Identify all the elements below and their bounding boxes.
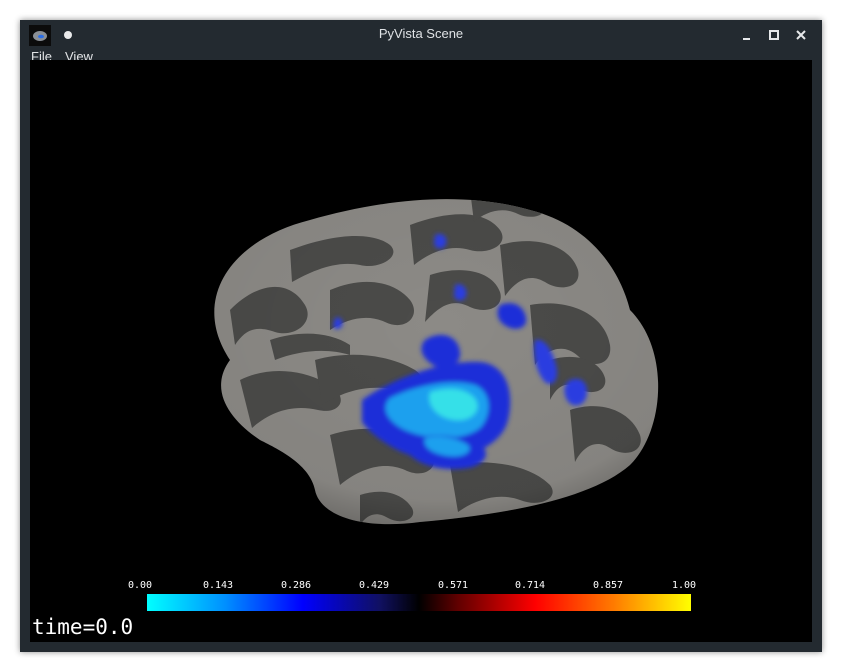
menu-view[interactable]: View	[65, 50, 93, 60]
window-title: PyVista Scene	[378, 26, 464, 41]
colorbar	[147, 594, 691, 611]
colorbar-tick: 0.571	[437, 580, 469, 591]
maximize-icon	[769, 30, 779, 40]
close-button[interactable]	[792, 26, 810, 44]
brain-surface[interactable]	[30, 60, 812, 642]
colorbar-tick-labels: 0.00 0.143 0.286 0.429 0.571 0.714 0.857…	[30, 580, 812, 594]
title-bar[interactable]: PyVista Scene	[20, 20, 822, 50]
minimize-icon	[743, 38, 750, 40]
colorbar-tick: 0.00	[127, 580, 153, 591]
colorbar-tick: 0.429	[358, 580, 390, 591]
pyvista-window: PyVista Scene File View 0.00 0.143 0.286…	[20, 20, 822, 652]
menu-bar: File View	[20, 50, 822, 60]
colorbar-tick: 0.143	[202, 580, 234, 591]
render-viewport[interactable]: 0.00 0.143 0.286 0.429 0.571 0.714 0.857…	[30, 60, 812, 642]
colorbar-tick: 0.857	[592, 580, 624, 591]
minimize-button[interactable]	[738, 26, 756, 44]
menu-file[interactable]: File	[31, 50, 52, 60]
colorbar-tick: 1.00	[671, 580, 697, 591]
close-icon	[796, 30, 806, 40]
time-label: time=0.0	[32, 615, 134, 639]
colorbar-tick: 0.714	[514, 580, 546, 591]
colorbar-tick: 0.286	[280, 580, 312, 591]
maximize-button[interactable]	[765, 26, 783, 44]
